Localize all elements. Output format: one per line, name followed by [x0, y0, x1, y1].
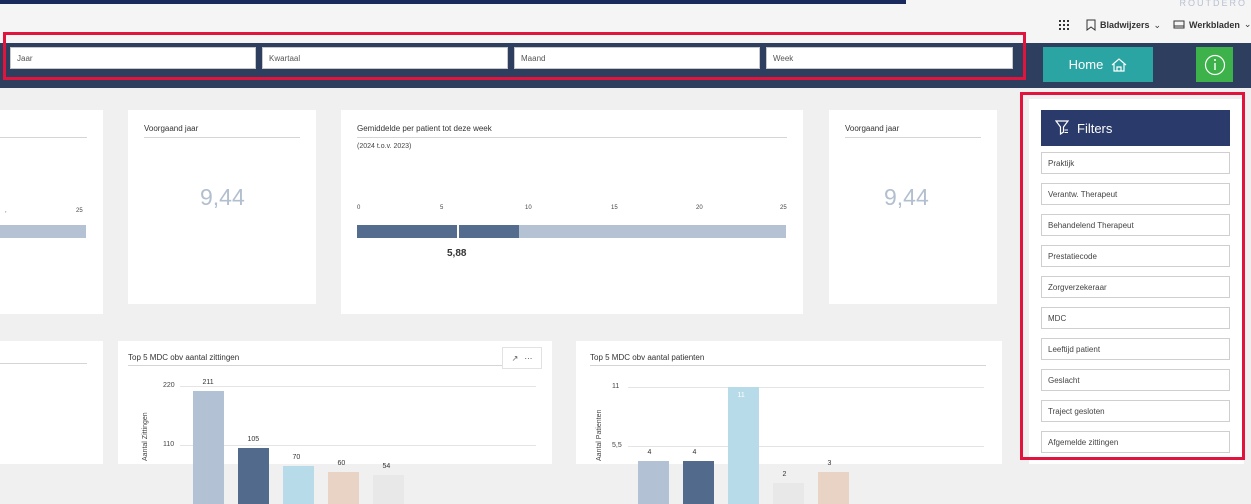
data-label: 211	[202, 378, 214, 386]
card-divider	[845, 137, 981, 138]
gauge-fill	[357, 225, 519, 238]
tick-label: 15	[611, 205, 618, 211]
highlight-slicers	[3, 32, 1026, 80]
info-icon	[1204, 54, 1225, 75]
y-tick-label: 220	[163, 382, 175, 389]
progress-bar	[0, 225, 86, 238]
card-divider	[590, 365, 986, 366]
gridline	[180, 445, 536, 446]
top-accent-bar	[0, 0, 906, 4]
data-label: 70	[292, 454, 301, 462]
kpi-card-prev-year: Voorgaand jaar 9,44	[128, 110, 316, 304]
bookmark-icon	[1086, 19, 1096, 31]
card-subtitle: (2024 t.o.v. 2023)	[357, 143, 412, 150]
bar[interactable]	[773, 482, 804, 504]
tick-label: 25	[76, 208, 83, 214]
bookmarks-menu[interactable]: Bladwijzers ⌄	[1086, 19, 1161, 31]
data-label: 105	[247, 435, 260, 443]
bar[interactable]	[328, 471, 359, 504]
card-divider	[0, 363, 87, 364]
worksheet-icon	[1173, 20, 1185, 28]
home-icon	[1111, 57, 1127, 72]
bar[interactable]	[238, 447, 269, 504]
tick-label: 25	[780, 205, 787, 211]
chart-title: Top 5 MDC obv aantal zittingen	[128, 353, 240, 362]
worksheets-label: Werkbladen	[1189, 19, 1240, 30]
data-label: 2	[782, 470, 787, 478]
tick-label: 0	[357, 205, 361, 211]
card-divider	[128, 365, 542, 366]
y-tick-label: 11	[612, 383, 620, 390]
expand-icon[interactable]: ↗	[512, 354, 519, 363]
card-title: Voorgaand jaar	[144, 124, 199, 133]
gridline	[628, 387, 984, 388]
bar[interactable]	[283, 466, 314, 504]
prev-year-value: 9,44	[884, 184, 929, 210]
tick-label: 5	[440, 205, 444, 211]
more-options-icon[interactable]: ⋯	[524, 354, 532, 363]
prev-year-value: 9,44	[200, 184, 245, 210]
gridline	[180, 386, 536, 387]
y-axis-title: Aantal Patienten	[596, 409, 603, 461]
corner-logo-text: ROUTDERO	[1179, 0, 1247, 8]
data-label: 11	[737, 392, 745, 399]
y-tick-label: 5,5	[612, 441, 622, 449]
data-label: 54	[382, 463, 391, 471]
data-label: 4	[692, 449, 697, 457]
card-divider	[0, 137, 87, 138]
card-divider	[357, 137, 787, 138]
info-button[interactable]	[1196, 47, 1233, 82]
chart-card-left	[0, 341, 103, 464]
bookmarks-label: Bladwijzers	[1100, 20, 1150, 30]
gridline	[628, 445, 984, 447]
home-label: Home	[1068, 57, 1104, 72]
tick-label: ,	[5, 208, 7, 214]
bar[interactable]	[373, 475, 404, 504]
worksheets-menu[interactable]: Werkbladen ⌄	[1173, 19, 1251, 30]
home-button[interactable]: Home	[1043, 47, 1153, 82]
tick-label: 20	[696, 205, 703, 211]
data-label: 4	[647, 449, 652, 457]
y-tick-label: 110	[163, 441, 175, 448]
kpi-card-prev-year-2: Voorgaand jaar 9,44	[829, 110, 997, 304]
average-value: 5,88	[447, 248, 467, 259]
bar[interactable]	[818, 472, 849, 504]
highlight-filters	[1020, 92, 1245, 460]
chevron-down-icon: ⌄	[1153, 19, 1162, 30]
bar[interactable]	[683, 461, 714, 504]
chevron-down-icon: ⌄	[1243, 19, 1251, 29]
card-title: Gemiddelde per patient tot deze week	[357, 124, 492, 133]
gauge-target-marker	[457, 223, 459, 240]
visual-header-controls: ↗ ⋯	[502, 347, 542, 369]
top-strip: ROUTDERO	[0, 0, 1251, 13]
y-axis-title: Aantal Zittingen	[142, 412, 149, 461]
bar[interactable]	[728, 387, 759, 504]
chart-title: Top 5 MDC obv aantal patienten	[590, 353, 705, 362]
card-divider	[144, 137, 300, 138]
bar[interactable]	[193, 390, 224, 504]
tick-label: 10	[525, 205, 532, 211]
bar[interactable]	[638, 461, 669, 504]
apps-icon[interactable]	[1058, 19, 1070, 31]
kpi-card-average: Gemiddelde per patient tot deze week (20…	[341, 110, 803, 314]
kpi-card-left: , 25	[0, 110, 103, 314]
data-label: 60	[337, 459, 346, 467]
card-title: Voorgaand jaar	[845, 124, 900, 133]
